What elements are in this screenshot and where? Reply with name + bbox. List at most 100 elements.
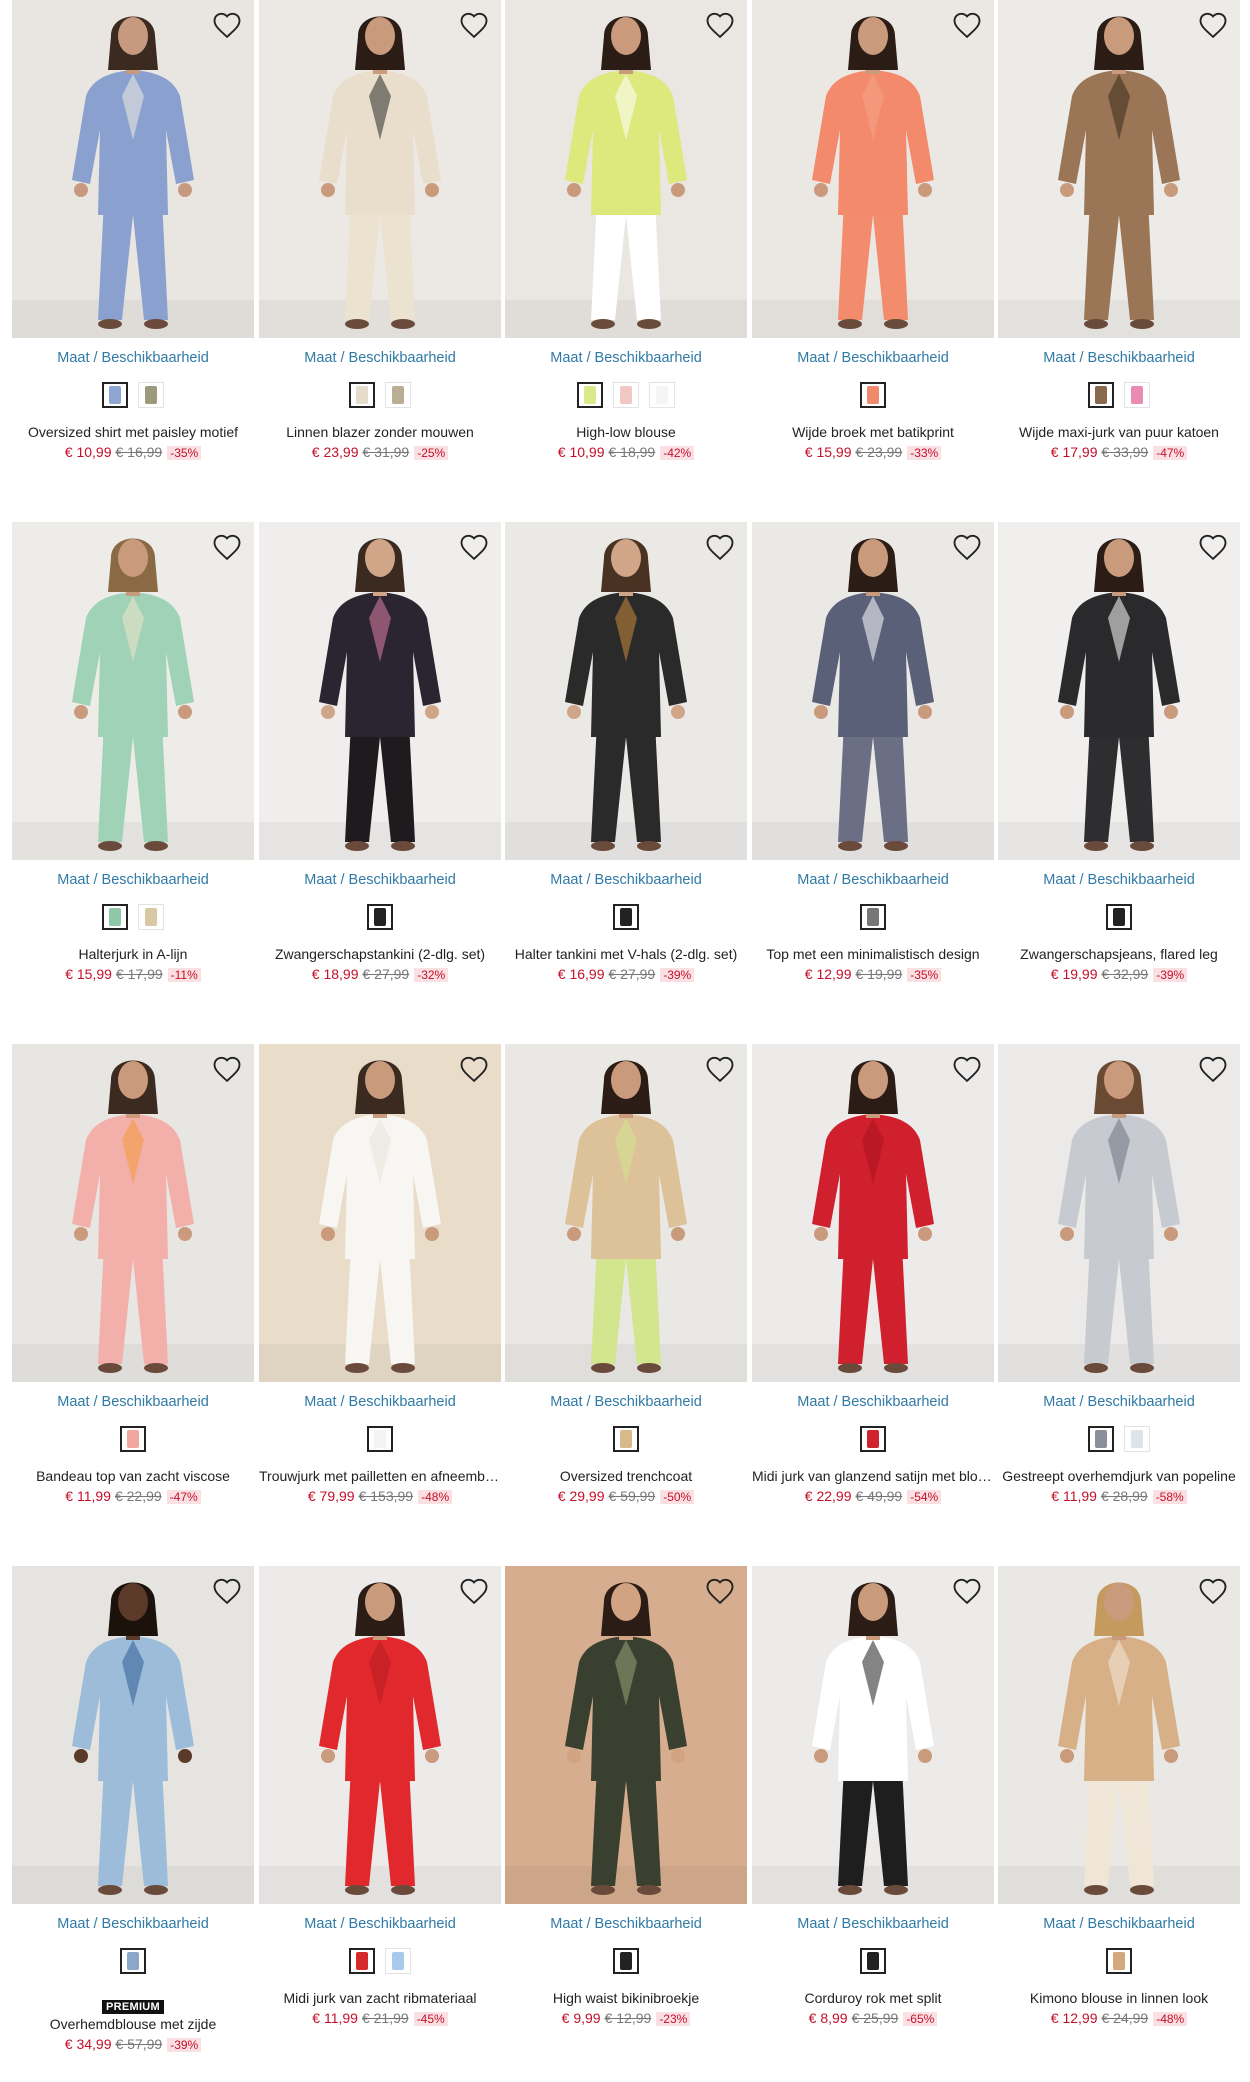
product-card[interactable]: Maat / Beschikbaarheid Wijde maxi-jurk va… [998,0,1240,500]
product-card[interactable]: Maat / Beschikbaarheid Gestreept overhemd… [998,1044,1240,1544]
product-card[interactable]: Maat / Beschikbaarheid PREMIUM Overhemdblo… [12,1566,254,2066]
product-title[interactable]: Halter tankini met V-hals (2-dlg. set) [505,946,747,962]
product-title[interactable]: Overhemdblouse met zijde [12,2016,254,2032]
color-swatch[interactable] [613,904,639,930]
product-image[interactable] [752,522,994,860]
size-availability-link[interactable]: Maat / Beschikbaarheid [998,1916,1240,1932]
product-title[interactable]: Kimono blouse in linnen look [998,1990,1240,2006]
color-swatch[interactable] [120,1948,146,1974]
product-card[interactable]: Maat / Beschikbaarheid Bandeau top van za… [12,1044,254,1544]
color-swatch[interactable] [1088,1426,1114,1452]
color-swatch[interactable] [613,382,639,408]
color-swatch[interactable] [613,1948,639,1974]
size-availability-link[interactable]: Maat / Beschikbaarheid [505,872,747,888]
color-swatch[interactable] [138,904,164,930]
wishlist-heart-icon[interactable] [211,1053,243,1085]
wishlist-heart-icon[interactable] [951,1053,983,1085]
wishlist-heart-icon[interactable] [704,531,736,563]
product-title[interactable]: Bandeau top van zacht viscose [12,1468,254,1484]
product-title[interactable]: Corduroy rok met split [752,1990,994,2006]
product-image[interactable] [259,522,501,860]
size-availability-link[interactable]: Maat / Beschikbaarheid [12,1916,254,1932]
product-image[interactable] [752,1044,994,1382]
color-swatch[interactable] [860,382,886,408]
size-availability-link[interactable]: Maat / Beschikbaarheid [752,350,994,366]
wishlist-heart-icon[interactable] [704,1575,736,1607]
size-availability-link[interactable]: Maat / Beschikbaarheid [259,1916,501,1932]
size-availability-link[interactable]: Maat / Beschikbaarheid [12,1394,254,1410]
product-image[interactable] [12,1044,254,1382]
product-card[interactable]: Maat / Beschikbaarheid High waist bikinib… [505,1566,747,2066]
wishlist-heart-icon[interactable] [704,1053,736,1085]
size-availability-link[interactable]: Maat / Beschikbaarheid [505,350,747,366]
product-card[interactable]: Maat / Beschikbaarheid Wijde broek met ba… [752,0,994,500]
product-card[interactable]: Maat / Beschikbaarheid Zwangerschapsjeans… [998,522,1240,1022]
color-swatch[interactable] [367,1426,393,1452]
product-card[interactable]: Maat / Beschikbaarheid High-low blouse € 1… [505,0,747,500]
color-swatch[interactable] [385,382,411,408]
product-image[interactable] [505,1044,747,1382]
product-title[interactable]: Top met een minimalistisch design [752,946,994,962]
color-swatch[interactable] [860,1426,886,1452]
product-title[interactable]: High waist bikinibroekje [505,1990,747,2006]
product-card[interactable]: Maat / Beschikbaarheid Oversized shirt me… [12,0,254,500]
size-availability-link[interactable]: Maat / Beschikbaarheid [12,350,254,366]
color-swatch[interactable] [102,904,128,930]
size-availability-link[interactable]: Maat / Beschikbaarheid [259,872,501,888]
product-image[interactable] [998,0,1240,338]
size-availability-link[interactable]: Maat / Beschikbaarheid [752,872,994,888]
wishlist-heart-icon[interactable] [951,1575,983,1607]
product-image[interactable] [505,522,747,860]
wishlist-heart-icon[interactable] [1197,1053,1229,1085]
wishlist-heart-icon[interactable] [458,1053,490,1085]
product-title[interactable]: Gestreept overhemdjurk van popeline [998,1468,1240,1484]
wishlist-heart-icon[interactable] [211,9,243,41]
wishlist-heart-icon[interactable] [458,1575,490,1607]
wishlist-heart-icon[interactable] [704,9,736,41]
wishlist-heart-icon[interactable] [951,531,983,563]
product-card[interactable]: Maat / Beschikbaarheid Oversized trenchco… [505,1044,747,1544]
product-image[interactable] [12,0,254,338]
size-availability-link[interactable]: Maat / Beschikbaarheid [259,350,501,366]
color-swatch[interactable] [1088,382,1114,408]
color-swatch[interactable] [1124,382,1150,408]
product-card[interactable]: Maat / Beschikbaarheid Corduroy rok met s… [752,1566,994,2066]
color-swatch[interactable] [385,1948,411,1974]
product-title[interactable]: Oversized trenchcoat [505,1468,747,1484]
product-card[interactable]: Maat / Beschikbaarheid Trouwjurk met pail… [259,1044,501,1544]
color-swatch[interactable] [138,382,164,408]
product-image[interactable] [259,1566,501,1904]
product-image[interactable] [752,0,994,338]
size-availability-link[interactable]: Maat / Beschikbaarheid [998,872,1240,888]
product-card[interactable]: Maat / Beschikbaarheid Kimono blouse in l… [998,1566,1240,2066]
size-availability-link[interactable]: Maat / Beschikbaarheid [505,1394,747,1410]
product-card[interactable]: Maat / Beschikbaarheid Zwangerschapstanki… [259,522,501,1022]
product-card[interactable]: Maat / Beschikbaarheid Linnen blazer zond… [259,0,501,500]
size-availability-link[interactable]: Maat / Beschikbaarheid [998,350,1240,366]
color-swatch[interactable] [349,382,375,408]
color-swatch[interactable] [367,904,393,930]
product-image[interactable] [259,1044,501,1382]
product-image[interactable] [505,0,747,338]
product-card[interactable]: Maat / Beschikbaarheid Halter tankini met… [505,522,747,1022]
product-title[interactable]: Halterjurk in A-lijn [12,946,254,962]
size-availability-link[interactable]: Maat / Beschikbaarheid [752,1394,994,1410]
size-availability-link[interactable]: Maat / Beschikbaarheid [752,1916,994,1932]
color-swatch[interactable] [577,382,603,408]
color-swatch[interactable] [860,904,886,930]
color-swatch[interactable] [613,1426,639,1452]
product-image[interactable] [998,1044,1240,1382]
color-swatch[interactable] [860,1948,886,1974]
product-image[interactable] [752,1566,994,1904]
wishlist-heart-icon[interactable] [211,1575,243,1607]
product-title[interactable]: Oversized shirt met paisley motief [12,424,254,440]
product-image[interactable] [505,1566,747,1904]
product-image[interactable] [259,0,501,338]
product-title[interactable]: Wijde maxi-jurk van puur katoen [998,424,1240,440]
wishlist-heart-icon[interactable] [458,9,490,41]
product-card[interactable]: Maat / Beschikbaarheid Midi jurk van zach… [259,1566,501,2066]
product-title[interactable]: Linnen blazer zonder mouwen [259,424,501,440]
wishlist-heart-icon[interactable] [211,531,243,563]
size-availability-link[interactable]: Maat / Beschikbaarheid [259,1394,501,1410]
wishlist-heart-icon[interactable] [951,9,983,41]
